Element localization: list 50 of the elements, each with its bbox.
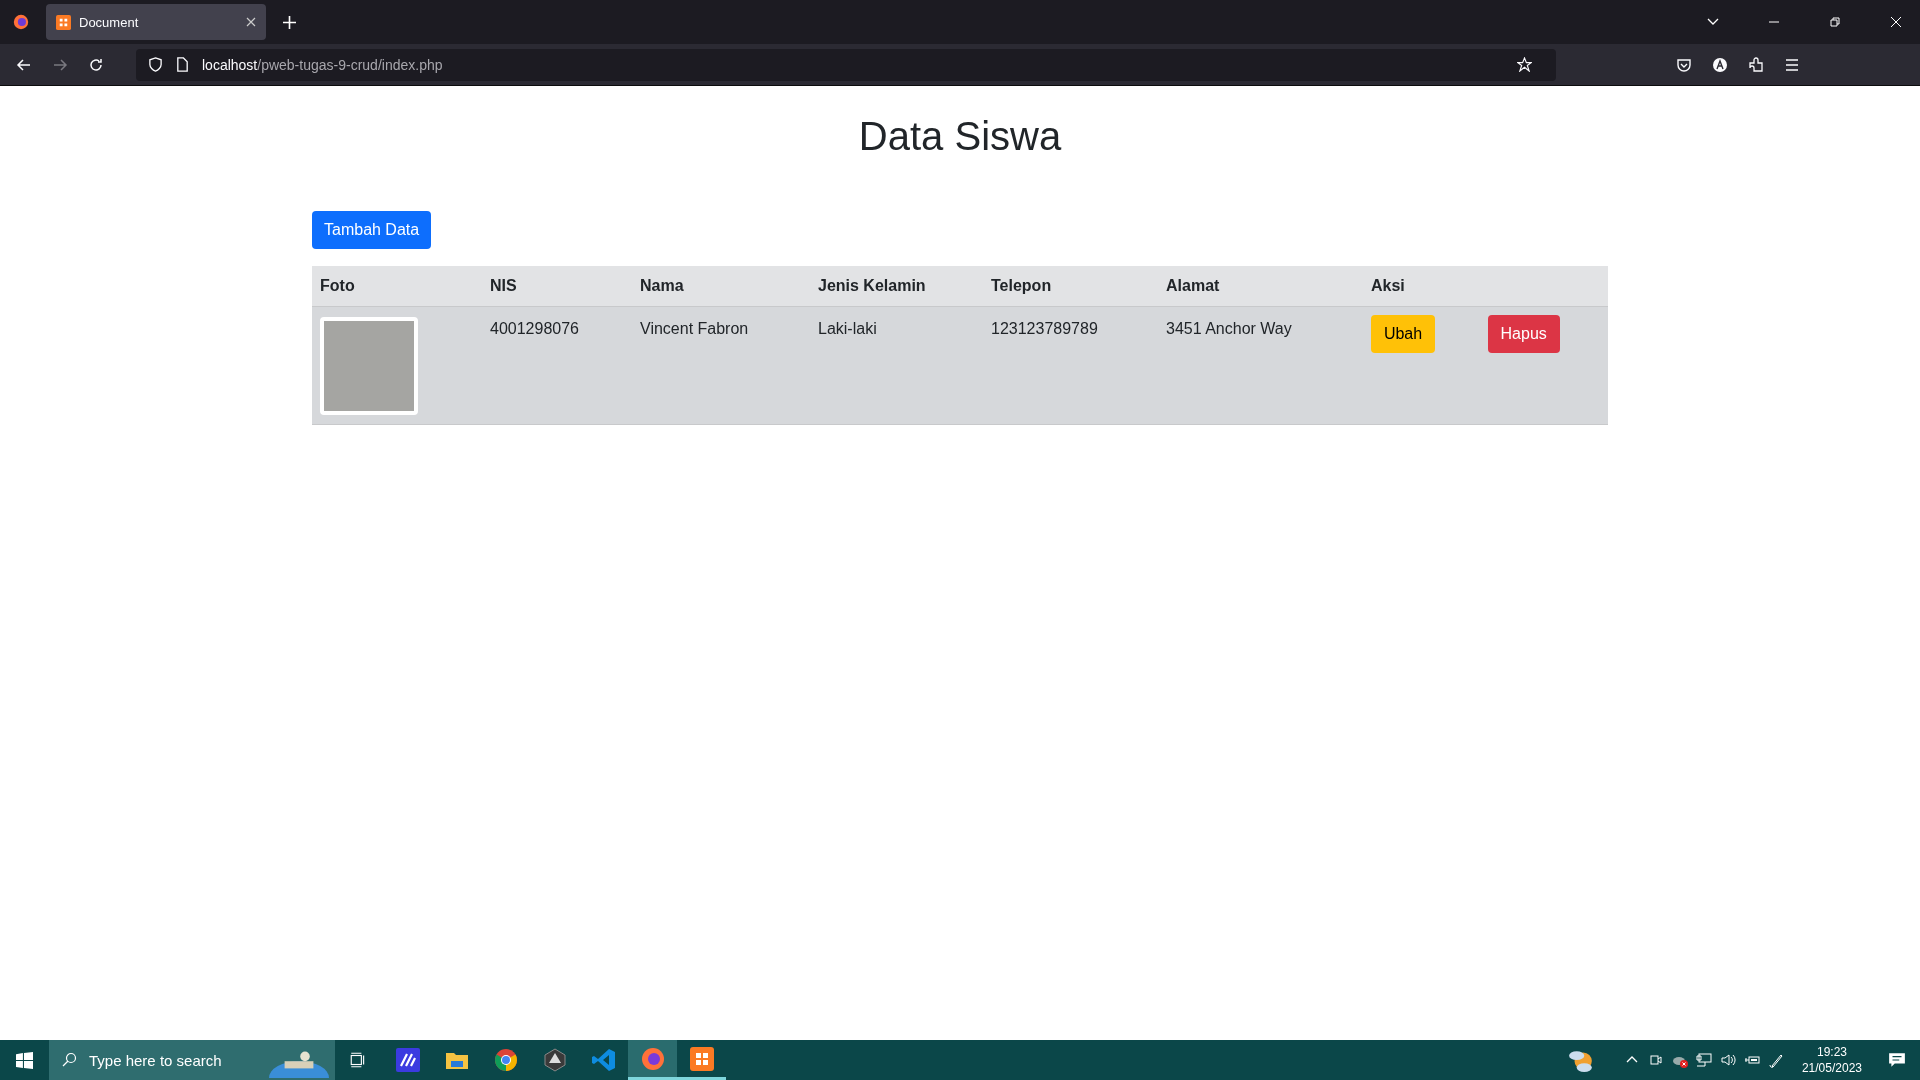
column-header: Foto xyxy=(312,266,482,307)
stripes-tile-icon xyxy=(395,1048,420,1072)
plus-icon[interactable] xyxy=(283,15,296,29)
account-icon[interactable] xyxy=(1712,56,1728,73)
puzzle-icon[interactable] xyxy=(1748,56,1764,73)
ribbon-icon xyxy=(591,1048,616,1072)
table-cell: 3451 Anchor Way xyxy=(1158,306,1363,425)
browser-tab[interactable]: Document xyxy=(46,4,266,40)
add-data-button[interactable]: Tambah Data xyxy=(312,211,432,249)
pocket-icon[interactable] xyxy=(1676,56,1692,73)
address-bar[interactable]: localhost/pweb-tugas-9-crud/index.php xyxy=(136,48,1556,81)
close-icon[interactable] xyxy=(246,17,256,27)
table-cell: 4001298076 xyxy=(482,306,632,425)
back-arrow-icon[interactable] xyxy=(16,56,32,73)
reload-icon[interactable] xyxy=(88,56,104,73)
star-icon[interactable] xyxy=(1517,57,1532,72)
column-header: Jenis Kelamin xyxy=(810,266,983,307)
edit-button[interactable]: Ubah xyxy=(1371,315,1435,353)
table-cell: Vincent Fabron xyxy=(632,306,810,425)
column-header: Telepon xyxy=(983,266,1158,307)
column-header: Nama xyxy=(632,266,810,307)
url-text: localhost/pweb-tugas-9-crud/index.php xyxy=(202,56,443,73)
ring-icon xyxy=(493,1048,518,1072)
column-header: NIS xyxy=(482,266,632,307)
table-cell: 123123789789 xyxy=(983,306,1158,425)
restore-icon[interactable] xyxy=(1828,15,1842,29)
column-header: Alamat xyxy=(1158,266,1363,307)
camera-icon[interactable] xyxy=(1647,1052,1664,1068)
shield-icon[interactable] xyxy=(148,57,163,72)
network-icon[interactable] xyxy=(1695,1052,1712,1068)
page-icon xyxy=(175,57,190,72)
task-view-icon[interactable] xyxy=(349,1051,367,1069)
clock[interactable]: 19:23 21/05/2023 xyxy=(1801,1044,1862,1076)
search-icon xyxy=(61,1052,77,1068)
notification-icon[interactable] xyxy=(1888,1051,1906,1069)
delete-button[interactable]: Hapus xyxy=(1487,315,1560,353)
forward-arrow-icon[interactable] xyxy=(52,56,68,73)
hexagon-icon xyxy=(542,1048,567,1072)
tile-icon xyxy=(689,1046,714,1071)
page-title: Data Siswa xyxy=(857,113,1063,160)
browser-logo-icon[interactable] xyxy=(12,13,30,31)
pen-icon[interactable] xyxy=(1767,1052,1784,1068)
globe-icon xyxy=(640,1046,665,1071)
windows-start-icon[interactable] xyxy=(16,1051,33,1069)
tile-icon xyxy=(56,14,71,30)
column-header: Aksi xyxy=(1363,266,1608,307)
menu-icon[interactable] xyxy=(1784,56,1800,73)
speaker-icon[interactable] xyxy=(1719,1052,1736,1068)
table-cell: Laki-laki xyxy=(810,306,983,425)
taskbar-search-field[interactable]: Type here to search xyxy=(49,1040,335,1080)
